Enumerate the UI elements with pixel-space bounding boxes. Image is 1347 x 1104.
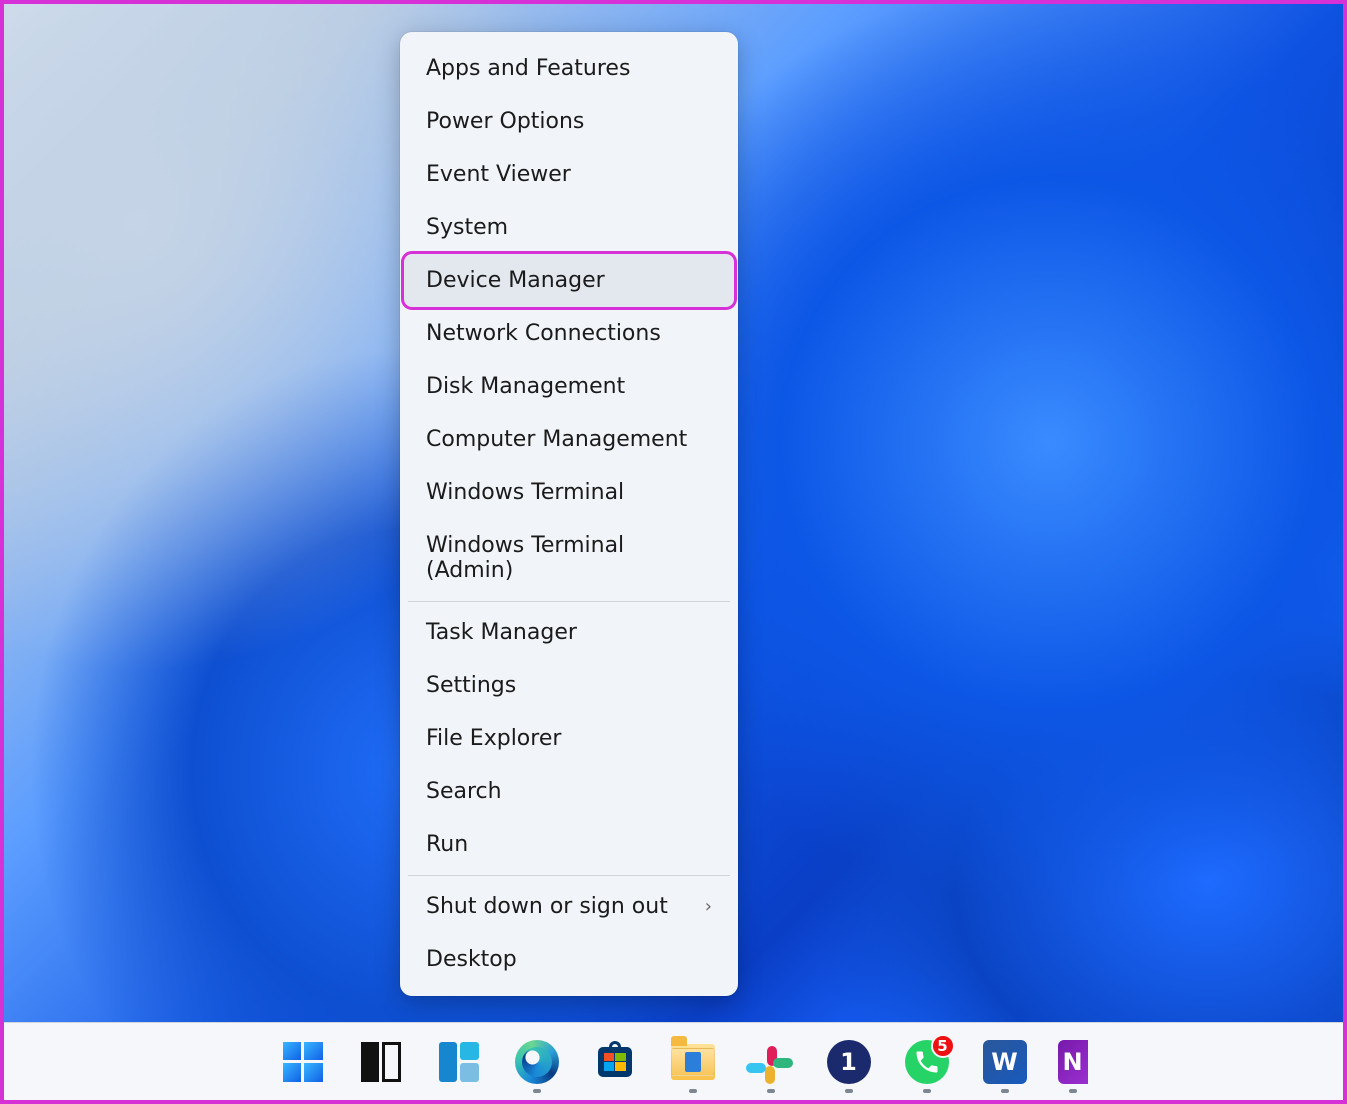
winx-context-menu: Apps and Features Power Options Event Vi… xyxy=(400,32,738,996)
menu-item-label: Device Manager xyxy=(426,268,605,293)
menu-item-desktop[interactable]: Desktop xyxy=(404,933,734,986)
menu-item-label: Network Connections xyxy=(426,321,661,346)
menu-item-label: Power Options xyxy=(426,109,584,134)
menu-item-run[interactable]: Run xyxy=(404,818,734,871)
notification-badge: 5 xyxy=(931,1034,955,1058)
taskbar-start-button[interactable] xyxy=(278,1037,328,1087)
store-icon xyxy=(595,1042,635,1082)
word-label: W xyxy=(991,1048,1017,1076)
menu-item-system[interactable]: System xyxy=(404,201,734,254)
menu-item-search[interactable]: Search xyxy=(404,765,734,818)
menu-item-file-explorer[interactable]: File Explorer xyxy=(404,712,734,765)
onenote-label: N xyxy=(1062,1048,1082,1076)
menu-item-windows-terminal-admin[interactable]: Windows Terminal (Admin) xyxy=(404,519,734,597)
taskbar-microsoft-store[interactable] xyxy=(590,1037,640,1087)
taskbar-whatsapp[interactable]: 5 xyxy=(902,1037,952,1087)
menu-item-label: Computer Management xyxy=(426,427,687,452)
taskbar-file-explorer[interactable] xyxy=(668,1037,718,1087)
menu-item-disk-management[interactable]: Disk Management xyxy=(404,360,734,413)
onepassword-label: 1 xyxy=(840,1048,857,1076)
menu-separator xyxy=(408,875,730,876)
menu-item-label: Apps and Features xyxy=(426,56,630,81)
menu-item-power-options[interactable]: Power Options xyxy=(404,95,734,148)
taskbar-edge[interactable] xyxy=(512,1037,562,1087)
onenote-icon: N xyxy=(1058,1040,1088,1084)
slack-icon xyxy=(749,1040,793,1084)
taskbar-onenote[interactable]: N xyxy=(1058,1037,1088,1087)
menu-item-apps-and-features[interactable]: Apps and Features xyxy=(404,42,734,95)
word-icon: W xyxy=(983,1040,1027,1084)
menu-item-label: Search xyxy=(426,779,502,804)
menu-item-shutdown-signout[interactable]: Shut down or sign out › xyxy=(404,880,734,933)
menu-item-label: Run xyxy=(426,832,468,857)
menu-item-label: Windows Terminal xyxy=(426,480,624,505)
menu-item-device-manager[interactable]: Device Manager xyxy=(404,254,734,307)
taskbar-task-view[interactable] xyxy=(356,1037,406,1087)
taskbar-1password[interactable]: 1 xyxy=(824,1037,874,1087)
menu-item-event-viewer[interactable]: Event Viewer xyxy=(404,148,734,201)
menu-item-label: Event Viewer xyxy=(426,162,571,187)
widgets-icon xyxy=(439,1042,479,1082)
menu-item-label: Settings xyxy=(426,673,516,698)
menu-item-label: Task Manager xyxy=(426,620,577,645)
menu-item-settings[interactable]: Settings xyxy=(404,659,734,712)
desktop-wallpaper: Apps and Features Power Options Event Vi… xyxy=(0,0,1347,1104)
menu-separator xyxy=(408,601,730,602)
onepassword-icon: 1 xyxy=(827,1040,871,1084)
taskbar-widgets[interactable] xyxy=(434,1037,484,1087)
taskbar-slack[interactable] xyxy=(746,1037,796,1087)
start-icon xyxy=(283,1042,323,1082)
explorer-icon xyxy=(671,1044,715,1080)
whatsapp-icon: 5 xyxy=(905,1040,949,1084)
menu-item-windows-terminal[interactable]: Windows Terminal xyxy=(404,466,734,519)
menu-item-label: Shut down or sign out xyxy=(426,894,668,919)
chevron-right-icon: › xyxy=(705,896,712,917)
menu-item-computer-management[interactable]: Computer Management xyxy=(404,413,734,466)
badge-count: 5 xyxy=(937,1037,947,1055)
menu-item-label: File Explorer xyxy=(426,726,561,751)
menu-item-label: Desktop xyxy=(426,947,517,972)
menu-item-label: System xyxy=(426,215,508,240)
menu-item-label: Windows Terminal (Admin) xyxy=(426,533,712,583)
taskbar-word[interactable]: W xyxy=(980,1037,1030,1087)
edge-icon xyxy=(515,1040,559,1084)
menu-item-task-manager[interactable]: Task Manager xyxy=(404,606,734,659)
taskbar: 1 5 W N xyxy=(4,1022,1343,1100)
menu-item-network-connections[interactable]: Network Connections xyxy=(404,307,734,360)
menu-item-label: Disk Management xyxy=(426,374,625,399)
taskview-icon xyxy=(361,1042,401,1082)
